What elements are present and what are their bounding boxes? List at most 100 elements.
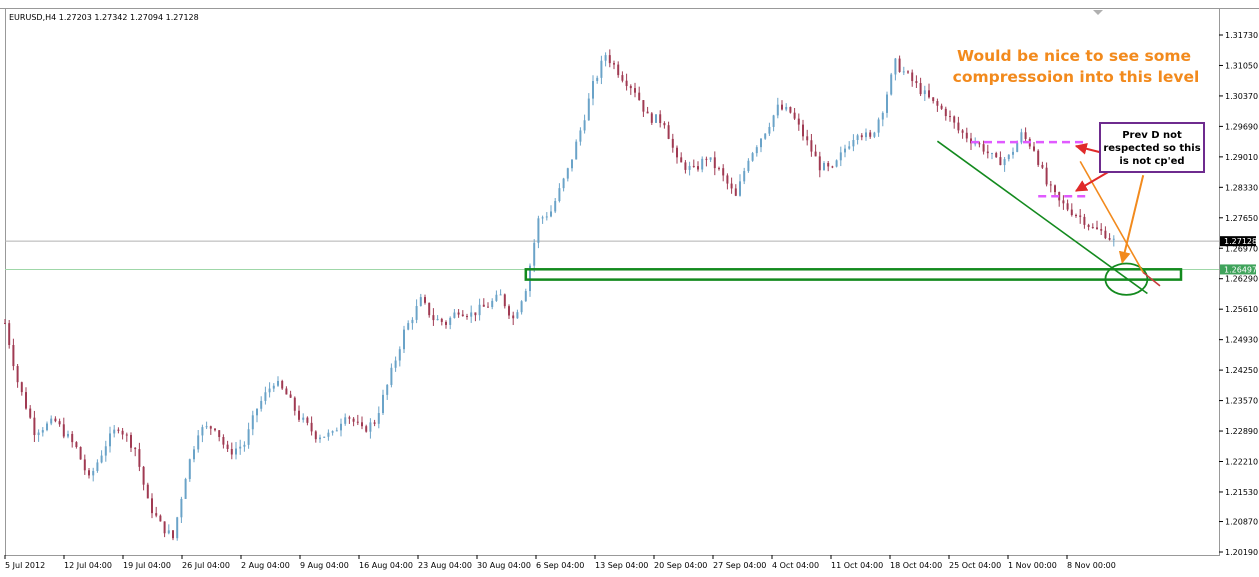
candle-body [394,360,397,368]
candle-body [172,530,174,539]
candle-body [230,448,233,455]
candle-body [424,297,426,303]
candle-body [545,216,548,218]
candle-body [550,211,552,217]
candle-body [1091,226,1094,228]
candle-body [1087,224,1090,227]
candle-body [491,300,494,308]
candle-body [8,323,11,346]
candle-body [340,423,342,431]
candle-body [411,319,414,324]
candle-body [67,433,69,437]
candle-body [251,415,254,430]
candle-body [1012,151,1014,155]
candle-body [138,449,141,467]
candle-body [20,382,23,393]
candle-body [348,417,351,419]
candle-body [1020,132,1023,143]
candle-body [193,449,195,460]
candle-body [327,432,330,437]
candle-body [79,447,82,460]
candle-body [256,408,258,416]
candle-body [1079,215,1082,217]
candle-body [655,114,657,123]
candle-body [747,160,750,172]
candle-body [109,433,111,447]
candle-body [814,151,817,157]
candle-body [4,323,6,325]
candle-body [176,517,179,539]
candle-body [516,312,519,319]
candle-body [1100,229,1103,231]
candle-body [621,75,624,81]
candle-body [188,459,191,479]
candle-body [1024,132,1027,139]
x-tick-label: 5 Jul 2012 [5,561,45,570]
candle-body [823,162,825,171]
candle-body [512,315,515,319]
candle-body [503,294,506,307]
candle-body [235,448,237,455]
candle-body [151,498,153,514]
candle-body [881,112,884,120]
candle-body [197,435,200,450]
candle-body [844,148,846,153]
x-tick-label: 9 Aug 04:00 [300,561,349,570]
y-tick-label: 1.24250 [1225,366,1258,375]
candle-body [382,394,384,414]
x-tick-label: 11 Oct 04:00 [831,561,883,570]
candle-body [898,58,901,72]
candle-body [75,442,78,448]
candle-body [604,55,607,61]
candle-body [453,312,456,318]
candle-body [478,304,481,316]
note-box-line-3: is not cp'ed [1119,156,1184,167]
candle-body [768,126,771,134]
candle-body [642,100,645,112]
candle-body [995,153,998,158]
candle-body [1045,167,1048,185]
candle-body [755,147,758,154]
candle-body [869,132,872,137]
candle-body [92,470,95,476]
x-tick-label: 30 Aug 04:00 [477,561,531,570]
candle-body [331,431,334,433]
candle-body [319,437,321,440]
x-tick-label: 18 Oct 04:00 [890,561,942,570]
candle-body [827,162,830,167]
candle-body [201,427,204,436]
candle-body [587,98,590,121]
y-tick-label: 1.22210 [1225,458,1258,467]
candle-body [537,218,540,243]
candle-body [260,400,263,409]
candle-body [142,466,145,485]
candle-body [793,112,796,119]
candle-body [608,55,611,64]
candle-body [298,410,300,420]
candle-body [62,424,65,437]
candle-body [596,77,599,82]
x-tick-label: 19 Jul 04:00 [123,561,171,570]
candle-body [16,366,19,383]
candle-body [88,470,90,476]
y-tick-label: 1.29690 [1225,122,1258,131]
candle-body [944,108,947,117]
candle-body [167,530,170,534]
candle-body [218,430,221,438]
candle-body [272,385,275,389]
candle-body [1075,214,1077,216]
candle-body [524,291,527,302]
y-tick-label: 1.22890 [1225,427,1258,436]
candle-body [676,147,678,158]
candle-body [953,116,956,123]
candle-body [356,421,359,423]
candle-body [247,429,250,445]
candle-body [470,312,473,317]
candle-body [722,168,725,176]
candle-body [29,408,32,418]
candle-body [1003,159,1006,166]
candle-body [344,417,347,424]
candle-body [58,421,61,425]
candle-body [419,297,422,307]
candle-body [613,63,615,65]
